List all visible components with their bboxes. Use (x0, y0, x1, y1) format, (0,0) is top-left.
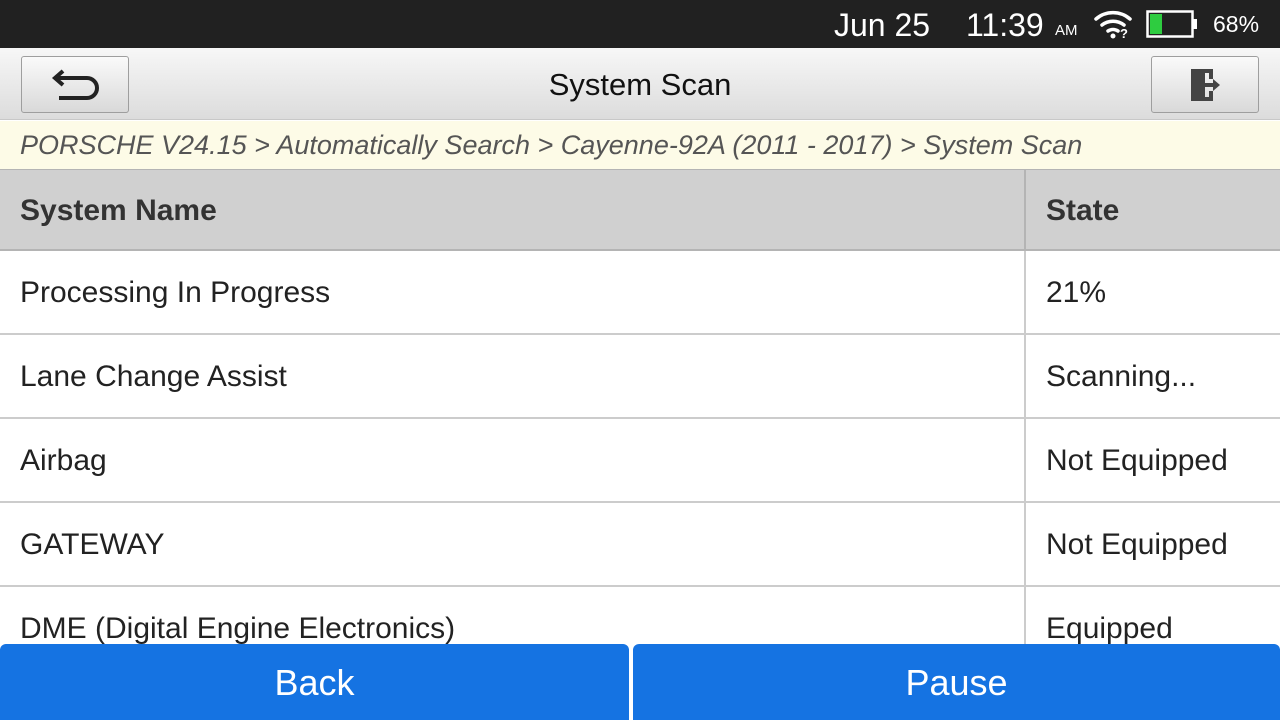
pause-button[interactable]: Pause (633, 644, 1280, 720)
system-state-cell: Not Equipped (1024, 419, 1280, 501)
system-name-cell: Airbag (20, 444, 107, 477)
system-table: System Name State Processing In Progress… (0, 169, 1280, 644)
back-arrow-button[interactable] (21, 56, 129, 113)
battery-percent: 68% (1213, 11, 1260, 37)
system-name-cell: Processing In Progress (20, 276, 331, 309)
system-state-cell: Not Equipped (1024, 503, 1280, 585)
title-bar: System Scan (0, 48, 1280, 120)
wifi-icon: ? (1094, 11, 1132, 39)
breadcrumb: PORSCHE V24.15 > Automatically Search > … (0, 121, 1280, 169)
exit-icon (1191, 68, 1220, 101)
status-date: Jun 25 (834, 7, 931, 43)
battery-icon (1146, 10, 1197, 38)
svg-text:?: ? (1120, 26, 1128, 39)
bottom-action-bar: Back Pause (0, 644, 1280, 720)
table-row[interactable]: Lane Change Assist Scanning... (0, 335, 1280, 419)
table-row[interactable]: Airbag Not Equipped (0, 419, 1280, 503)
system-state-cell: Scanning... (1024, 335, 1280, 417)
system-name-cell: GATEWAY (20, 528, 165, 561)
table-row[interactable]: GATEWAY Not Equipped (0, 503, 1280, 587)
status-ampm: AM (1055, 22, 1078, 39)
table-header: System Name State (0, 169, 1280, 251)
column-header-state: State (1024, 170, 1280, 250)
back-arrow-icon (51, 68, 99, 100)
system-name-cell: DME (Digital Engine Electronics) (20, 612, 456, 644)
table-row[interactable]: DME (Digital Engine Electronics) Equippe… (0, 587, 1280, 644)
table-row[interactable]: Processing In Progress 21% (0, 251, 1280, 335)
system-name-cell: Lane Change Assist (20, 360, 287, 393)
system-state-cell: Equipped (1024, 587, 1280, 644)
status-time: 11:39 (966, 7, 1044, 43)
back-button[interactable]: Back (0, 644, 629, 720)
status-bar: Jun 25 11:39 AM ? 68% (0, 0, 1280, 48)
exit-button[interactable] (1151, 56, 1259, 113)
page-title: System Scan (548, 67, 732, 102)
column-header-system-name: System Name (20, 194, 217, 227)
system-state-cell: 21% (1024, 251, 1280, 333)
